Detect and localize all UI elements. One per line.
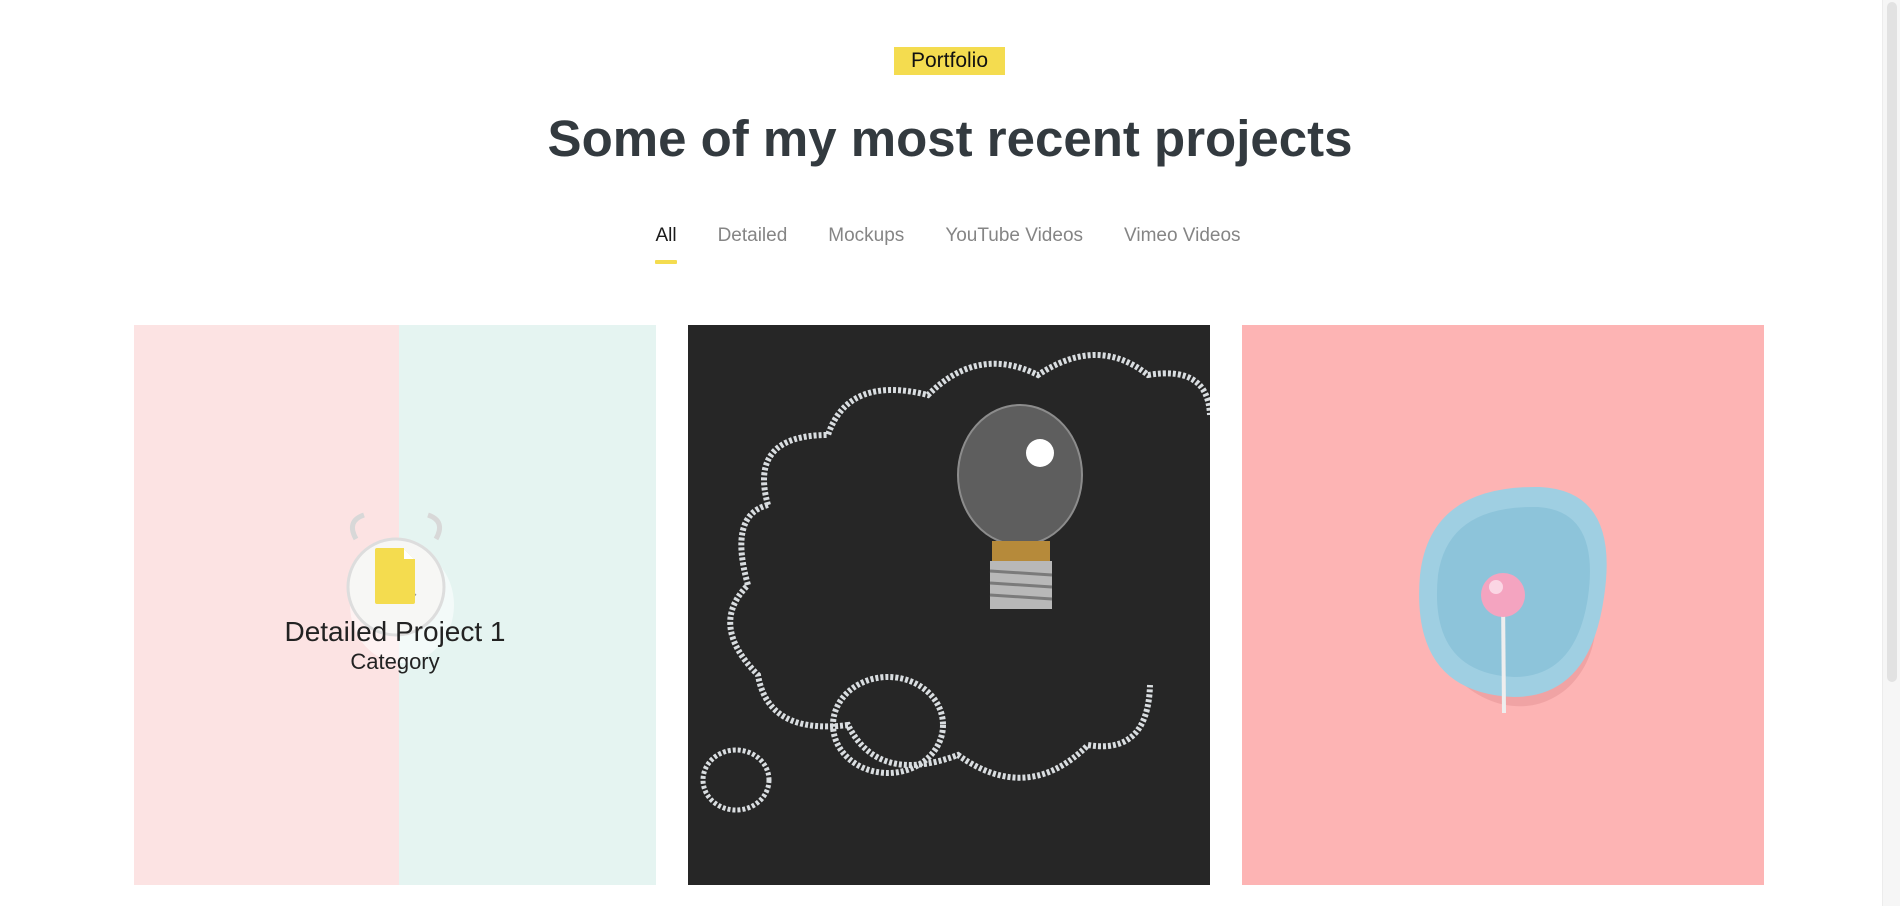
section-title: Some of my most recent projects xyxy=(547,110,1353,167)
portfolio-item-3[interactable] xyxy=(1242,325,1764,885)
portfolio-item-1[interactable]: Detailed Project 1 Category xyxy=(134,325,656,885)
document-icon xyxy=(375,548,415,604)
project-hover-overlay[interactable]: Detailed Project 1 Category xyxy=(134,325,656,885)
portfolio-filter-tabs: All Detailed Mockups YouTube Videos Vime… xyxy=(0,224,1900,264)
scrollbar-thumb[interactable] xyxy=(1887,2,1897,682)
filter-tab-vimeo-videos[interactable]: Vimeo Videos xyxy=(1124,224,1241,264)
project-title: Detailed Project 1 xyxy=(284,616,506,647)
section-badge: Portfolio xyxy=(894,47,1005,75)
filter-tab-mockups[interactable]: Mockups xyxy=(828,224,904,264)
lightbulb-chalkboard-image xyxy=(688,325,1210,885)
filter-tab-youtube-videos[interactable]: YouTube Videos xyxy=(945,224,1083,264)
filter-tab-detailed[interactable]: Detailed xyxy=(718,224,788,264)
lollipop-plate-image xyxy=(1242,325,1764,885)
filter-tab-all[interactable]: All xyxy=(655,224,677,264)
portfolio-item-2[interactable] xyxy=(688,325,1210,885)
project-category: Category xyxy=(350,649,440,674)
